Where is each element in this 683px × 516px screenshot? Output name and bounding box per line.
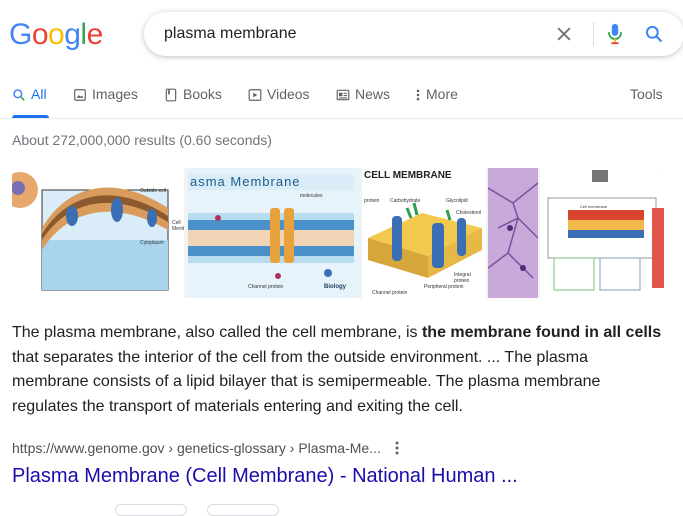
result-stats: About 272,000,000 results (0.60 seconds) [12, 132, 272, 148]
diagram-label: Carbohydrate [390, 198, 421, 204]
logo-letter: e [86, 18, 104, 51]
google-logo[interactable]: Google [9, 18, 103, 52]
tab-label: All [31, 86, 47, 102]
micrograph-image [488, 182, 538, 279]
search-icon [13, 89, 25, 101]
diagram-label: Cytoplasm [140, 240, 164, 246]
image-strip: Outside cell Cell Memb Cytoplasm asma Me… [12, 168, 664, 298]
result-title-link[interactable]: Plasma Membrane (Cell Membrane) - Nation… [12, 463, 518, 489]
tools-button[interactable]: Tools [630, 86, 663, 118]
snippet-highlight: the membrane found in all cells [421, 324, 662, 341]
tab-all[interactable]: All [12, 86, 49, 118]
tab-videos[interactable]: Videos [248, 86, 310, 118]
tab-books[interactable]: Books [164, 86, 222, 118]
tab-label: Images [92, 86, 138, 102]
image-thumbnail-1[interactable]: Outside cell Cell Memb Cytoplasm [12, 168, 184, 298]
logo-letter: g [64, 18, 81, 51]
snippet-text: The plasma membrane, also called the cel… [12, 324, 422, 341]
more-options-icon[interactable] [395, 441, 399, 455]
image-thumbnail-3[interactable]: CELL MEMBRANE protein Carbohydrate Glyco… [362, 168, 486, 298]
tab-more[interactable]: More [415, 86, 458, 118]
clear-icon[interactable] [554, 24, 574, 44]
diagram-label: Cell membrane [580, 204, 608, 209]
search-icon[interactable] [644, 24, 664, 44]
logo-letter: o [31, 18, 49, 51]
result-citation: https://www.genome.gov › genetics-glossa… [12, 440, 399, 456]
logo-letter: G [9, 18, 32, 51]
image-thumbnail-2[interactable]: asma Membrane molecules Channel protein … [188, 168, 360, 298]
biology-brand-label: Biology [324, 284, 346, 290]
diagram-label: Channel protein [248, 284, 284, 290]
diagram-label: Cholesterol [456, 210, 482, 216]
diagram-label: Cell Memb [172, 220, 184, 232]
video-play-icon [248, 89, 262, 101]
snippet-text: that separates the interior of the cell … [12, 348, 601, 415]
tab-label: Tools [630, 86, 663, 102]
tab-label: More [426, 86, 458, 102]
related-chip[interactable] [207, 504, 279, 516]
more-dots-icon [416, 89, 420, 101]
image-icon [74, 89, 86, 101]
tab-label: Videos [267, 86, 310, 102]
tab-label: News [355, 86, 391, 102]
tab-news[interactable]: News [336, 86, 390, 118]
search-box [144, 12, 683, 56]
search-divider [593, 22, 594, 46]
tabs-divider [0, 118, 683, 119]
diagram-label: molecules [300, 193, 323, 199]
image-thumbnail-5[interactable]: Cell membrane [540, 168, 664, 298]
microphone-icon[interactable] [606, 23, 624, 45]
diagram-label: Channel protein [372, 290, 408, 296]
news-icon [336, 89, 350, 101]
logo-letter: o [48, 18, 65, 51]
search-tabs: All Images Books Videos News More Tools [0, 86, 683, 118]
membrane-cross-section-image [188, 208, 354, 279]
related-chip[interactable] [115, 504, 187, 516]
diagram-label: Glycolipid [446, 198, 468, 204]
diagram-label: Peripheral protein [424, 284, 464, 290]
diagram-label: Integral protein [454, 272, 471, 284]
search-input[interactable] [164, 12, 524, 56]
diagram-label: Outside cell [140, 188, 167, 194]
diagram-label: protein [364, 198, 380, 204]
tab-images[interactable]: Images [73, 86, 138, 118]
result-url: https://www.genome.gov › genetics-glossa… [12, 440, 381, 456]
featured-snippet: The plasma membrane, also called the cel… [12, 321, 662, 419]
tab-label: Books [183, 86, 222, 102]
membrane-infographic-image [547, 170, 664, 291]
book-icon [165, 88, 177, 102]
image-thumbnail-4[interactable] [488, 168, 538, 298]
